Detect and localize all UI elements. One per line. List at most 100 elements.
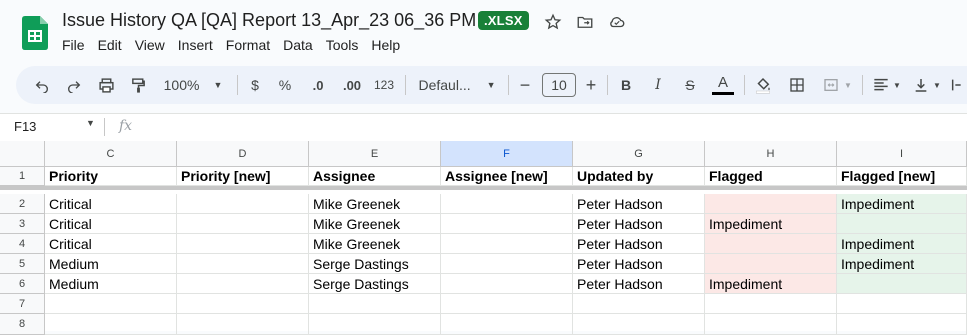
borders-icon[interactable] (785, 66, 809, 104)
table-cell[interactable] (705, 254, 837, 274)
column-title-cell[interactable]: Flagged (705, 167, 837, 186)
column-header-e[interactable]: E (309, 141, 441, 167)
table-cell[interactable] (705, 294, 837, 314)
table-cell[interactable]: Impediment (837, 194, 967, 214)
table-cell[interactable]: Medium (45, 254, 177, 274)
chevron-down-icon[interactable]: ▼ (86, 118, 95, 128)
strikethrough-button[interactable]: S (678, 66, 702, 104)
row-header-5[interactable]: 5 (0, 254, 45, 274)
table-cell[interactable]: Impediment (837, 254, 967, 274)
font-family-select[interactable]: Defaul... ▼ (412, 66, 502, 104)
column-title-cell[interactable]: Updated by (573, 167, 705, 186)
column-header-i[interactable]: I (837, 141, 967, 167)
column-title-cell[interactable]: Priority [new] (177, 167, 309, 186)
menu-view[interactable]: View (135, 37, 165, 53)
table-cell[interactable] (177, 194, 309, 214)
column-header-g[interactable]: G (573, 141, 705, 167)
menu-help[interactable]: Help (371, 37, 400, 53)
table-cell[interactable] (441, 314, 573, 335)
row-header-6[interactable]: 6 (0, 274, 45, 294)
table-cell[interactable] (309, 294, 441, 314)
table-cell[interactable] (573, 294, 705, 314)
table-cell[interactable]: Mike Greenek (309, 234, 441, 254)
table-cell[interactable]: Impediment (705, 274, 837, 294)
table-cell[interactable]: Mike Greenek (309, 214, 441, 234)
currency-button[interactable]: $ (244, 66, 266, 104)
font-size-input[interactable]: 10 (541, 66, 577, 104)
table-cell[interactable] (309, 314, 441, 335)
italic-button[interactable]: I (646, 66, 670, 104)
table-cell[interactable]: Medium (45, 274, 177, 294)
column-title-cell[interactable]: Flagged [new] (837, 167, 967, 186)
table-cell[interactable] (177, 234, 309, 254)
table-cell[interactable]: Serge Dastings (309, 254, 441, 274)
menu-insert[interactable]: Insert (178, 37, 213, 53)
text-wrapping-icon[interactable] (949, 66, 967, 104)
percent-button[interactable]: % (274, 66, 296, 104)
table-cell[interactable] (705, 314, 837, 335)
table-cell[interactable] (177, 294, 309, 314)
row-header-1[interactable]: 1 (0, 167, 45, 186)
table-cell[interactable] (837, 314, 967, 335)
menu-edit[interactable]: Edit (98, 37, 122, 53)
table-cell[interactable] (177, 254, 309, 274)
table-cell[interactable] (441, 234, 573, 254)
table-cell[interactable] (441, 194, 573, 214)
vertical-align-icon[interactable]: ▼ (909, 66, 945, 104)
sheets-logo-icon[interactable] (22, 16, 48, 50)
table-cell[interactable] (573, 314, 705, 335)
row-header-2[interactable]: 2 (0, 194, 45, 214)
column-header-d[interactable]: D (177, 141, 309, 167)
column-header-c[interactable]: C (45, 141, 177, 167)
table-cell[interactable] (45, 294, 177, 314)
table-cell[interactable] (441, 294, 573, 314)
number-format-button[interactable]: 123 (370, 66, 398, 104)
table-cell[interactable] (837, 274, 967, 294)
table-cell[interactable]: Critical (45, 234, 177, 254)
row-header-7[interactable]: 7 (0, 294, 45, 314)
column-title-cell[interactable]: Assignee [new] (441, 167, 573, 186)
table-cell[interactable]: Critical (45, 214, 177, 234)
table-cell[interactable] (705, 194, 837, 214)
zoom-select[interactable]: 100% ▼ (158, 66, 228, 104)
frozen-row-divider[interactable] (0, 186, 967, 190)
column-header-f[interactable]: F (441, 141, 573, 167)
table-cell[interactable]: Peter Hadson (573, 254, 705, 274)
bold-button[interactable]: B (614, 66, 638, 104)
text-color-button[interactable]: A (710, 66, 736, 104)
table-cell[interactable] (177, 314, 309, 335)
undo-icon[interactable] (30, 66, 54, 104)
table-cell[interactable] (441, 274, 573, 294)
table-cell[interactable] (45, 314, 177, 335)
table-cell[interactable]: Impediment (837, 234, 967, 254)
table-cell[interactable]: Critical (45, 194, 177, 214)
row-header-8[interactable]: 8 (0, 314, 45, 335)
row-header-3[interactable]: 3 (0, 214, 45, 234)
table-cell[interactable]: Peter Hadson (573, 214, 705, 234)
column-title-cell[interactable]: Assignee (309, 167, 441, 186)
merge-cells-icon[interactable]: ▼ (817, 66, 857, 104)
name-box[interactable]: F13 (14, 119, 36, 134)
table-cell[interactable]: Peter Hadson (573, 274, 705, 294)
table-cell[interactable] (837, 294, 967, 314)
table-cell[interactable]: Impediment (705, 214, 837, 234)
column-header-h[interactable]: H (705, 141, 837, 167)
menu-format[interactable]: Format (226, 37, 270, 53)
cloud-status-icon[interactable] (607, 12, 627, 32)
row-header-4[interactable]: 4 (0, 234, 45, 254)
increase-decimal-button[interactable]: .00 (336, 66, 368, 104)
fill-color-icon[interactable] (751, 66, 775, 104)
horizontal-align-icon[interactable]: ▼ (869, 66, 905, 104)
table-cell[interactable] (441, 254, 573, 274)
table-cell[interactable] (837, 214, 967, 234)
redo-icon[interactable] (62, 66, 86, 104)
document-title[interactable]: Issue History QA [QA] Report 13_Apr_23 0… (62, 10, 476, 31)
increase-font-size-icon[interactable]: + (580, 66, 602, 104)
menu-file[interactable]: File (62, 37, 85, 53)
column-title-cell[interactable]: Priority (45, 167, 177, 186)
menu-data[interactable]: Data (283, 37, 313, 53)
table-cell[interactable] (177, 214, 309, 234)
select-all-corner[interactable] (0, 141, 45, 167)
table-cell[interactable] (441, 214, 573, 234)
menu-tools[interactable]: Tools (326, 37, 359, 53)
